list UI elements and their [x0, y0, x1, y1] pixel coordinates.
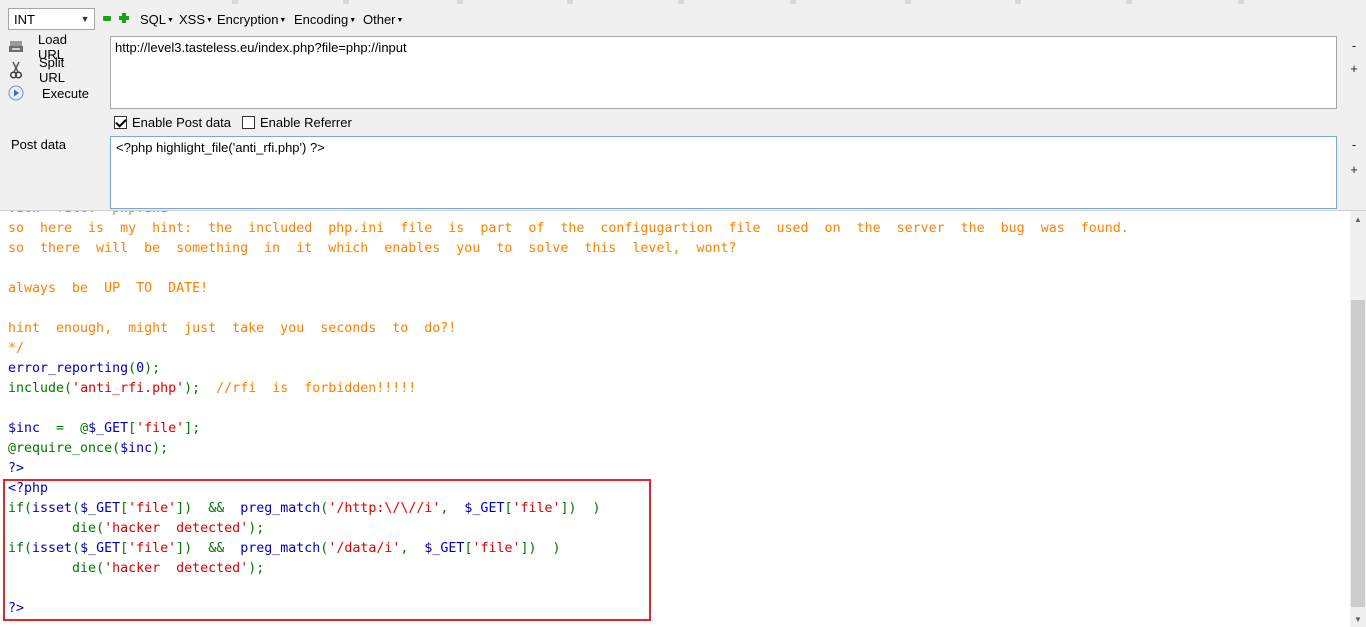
caret-down-icon: ▼: [279, 17, 287, 25]
post-data-value: <?php highlight_file('anti_rfi.php') ?>: [116, 140, 325, 155]
execute-button[interactable]: Execute: [8, 83, 89, 103]
scroll-up-arrow-icon[interactable]: ▲: [1350, 211, 1366, 227]
increase-button[interactable]: [119, 13, 129, 23]
menu-encoding[interactable]: Encoding▼: [294, 12, 356, 27]
post-data-input[interactable]: <?php highlight_file('anti_rfi.php') ?>: [110, 136, 1337, 209]
caret-down-icon: ▼: [167, 17, 174, 25]
code-line: so here is my hint: the included php.ini…: [8, 221, 1129, 236]
decrease-button[interactable]: [103, 16, 111, 21]
post-shrink-button[interactable]: -: [1349, 137, 1359, 152]
code-line: error_reporting(0);: [8, 361, 161, 376]
code-line: so there will be something in it which e…: [8, 241, 737, 256]
enable-post-label: Enable Post data: [132, 114, 232, 130]
play-icon: [8, 85, 24, 101]
type-select[interactable]: INT ▼: [8, 8, 95, 30]
code-line: ?>: [8, 461, 25, 476]
menu-other[interactable]: Other▼: [363, 12, 403, 27]
enable-referrer-label: Enable Referrer: [260, 114, 352, 130]
code-line: */: [8, 341, 25, 356]
code-line: include('anti_rfi.php'); //rfi is forbid…: [8, 381, 417, 396]
scroll-down-arrow-icon[interactable]: ▼: [1350, 611, 1366, 627]
checkbox-checked-icon: [114, 115, 127, 129]
execute-label: Execute: [42, 85, 89, 101]
scroll-thumb[interactable]: [1351, 300, 1365, 607]
menu-xss[interactable]: XSS▼: [179, 12, 213, 27]
top-divider: [0, 0, 1366, 4]
vertical-scrollbar[interactable]: ▲ ▼: [1350, 211, 1366, 627]
load-url-button[interactable]: Load URL: [8, 32, 67, 62]
code-line: $inc = @$_GET['file'];: [8, 421, 201, 436]
hackbar-panel: INT ▼ SQL▼ XSS▼ Encryption▼ Encoding▼ Ot…: [0, 0, 1366, 211]
caret-down-icon: ▼: [349, 17, 357, 25]
chevron-down-icon: ▼: [80, 14, 90, 24]
post-data-label: Post data: [11, 137, 66, 152]
code-line: hint enough, might just take you seconds…: [8, 321, 457, 336]
url-expand-button[interactable]: +: [1349, 61, 1359, 76]
enable-referrer-checkbox[interactable]: Enable Referrer: [242, 114, 352, 130]
post-expand-button[interactable]: +: [1349, 162, 1359, 177]
split-url-button[interactable]: Split URL: [8, 55, 65, 85]
menu-sql[interactable]: SQL▼: [140, 12, 174, 27]
code-line: view file: php.ini: [8, 211, 168, 219]
caret-down-icon: ▼: [396, 17, 404, 25]
menu-encryption[interactable]: Encryption▼: [217, 12, 286, 27]
checkbox-unchecked-icon: [242, 115, 255, 129]
split-url-label: Split URL: [39, 55, 66, 85]
load-url-icon: [8, 39, 24, 55]
highlight-annotation-box: [3, 479, 651, 621]
url-input[interactable]: http://level3.tasteless.eu/index.php?fil…: [110, 36, 1337, 109]
code-line: always be UP TO DATE!: [8, 281, 209, 296]
url-shrink-button[interactable]: -: [1349, 38, 1359, 53]
url-value: http://level3.tasteless.eu/index.php?fil…: [115, 40, 407, 55]
type-select-value: INT: [14, 12, 35, 27]
enable-post-checkbox[interactable]: Enable Post data: [114, 114, 231, 130]
code-line: @require_once($inc);: [8, 441, 169, 456]
scissors-icon: [8, 61, 24, 79]
caret-down-icon: ▼: [206, 17, 213, 25]
